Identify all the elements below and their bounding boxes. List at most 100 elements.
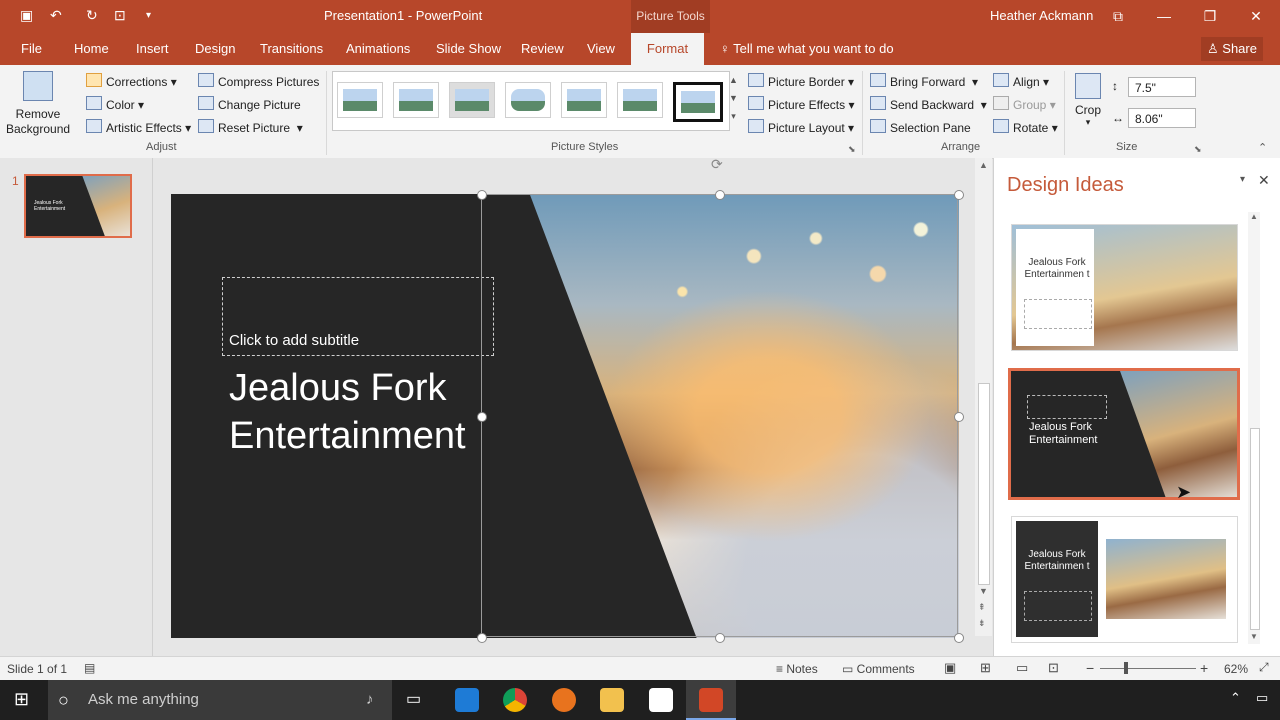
crop-button[interactable]: Crop ▾: [1072, 71, 1104, 137]
tab-design[interactable]: Design: [195, 41, 235, 56]
corrections-button[interactable]: Corrections ▾: [86, 73, 177, 89]
slide-scrollbar[interactable]: ▲ ▼ ⇞ ⇟: [975, 158, 992, 636]
resize-handle[interactable]: [954, 412, 964, 422]
design-idea-1[interactable]: Jealous Fork Entertainmen t: [1011, 224, 1238, 351]
dialog-launcher-icon[interactable]: ⬊: [1194, 144, 1202, 155]
color-button[interactable]: Color ▾: [86, 96, 144, 112]
file-explorer-icon[interactable]: [600, 688, 624, 712]
scroll-thumb[interactable]: [978, 383, 990, 585]
zoom-in-icon[interactable]: +: [1200, 660, 1208, 676]
edge-icon[interactable]: [455, 688, 479, 712]
reset-picture-button[interactable]: Reset Picture ▾: [198, 119, 303, 135]
next-slide-icon[interactable]: ⇟: [978, 618, 986, 629]
show-hidden-icons-icon[interactable]: ⌃: [1230, 690, 1241, 706]
undo-icon[interactable]: ↶: [50, 7, 62, 24]
picture-style-thumb[interactable]: [561, 82, 607, 118]
powerpoint-taskbar-button[interactable]: [686, 680, 736, 720]
notification-icon[interactable]: ▭: [1256, 690, 1268, 706]
tab-insert[interactable]: Insert: [136, 41, 169, 56]
close-button[interactable]: ✕: [1236, 4, 1276, 28]
ribbon-display-options-icon[interactable]: ⧉: [1098, 4, 1138, 28]
fit-slide-icon[interactable]: ⤢: [1259, 660, 1269, 675]
slide-title[interactable]: Jealous Fork Entertainment: [229, 364, 466, 460]
picture-border-button[interactable]: Picture Border ▾: [748, 73, 854, 89]
signed-in-user[interactable]: Heather Ackmann: [990, 8, 1093, 23]
resize-handle[interactable]: [954, 633, 964, 643]
spelling-check-icon[interactable]: ▤: [84, 661, 95, 675]
firefox-icon[interactable]: [552, 688, 576, 712]
scroll-down-icon[interactable]: ▼: [979, 586, 988, 596]
resize-handle[interactable]: [477, 633, 487, 643]
windows-start-icon[interactable]: ⊞: [14, 689, 29, 710]
zoom-slider-thumb[interactable]: [1124, 662, 1128, 674]
artistic-effects-button[interactable]: Artistic Effects ▾: [86, 119, 191, 135]
resize-handle[interactable]: [477, 412, 487, 422]
resize-handle[interactable]: [954, 190, 964, 200]
align-button[interactable]: Align ▾: [993, 73, 1049, 89]
redo-icon[interactable]: ↻: [86, 7, 98, 24]
normal-view-icon[interactable]: ▣: [944, 660, 956, 676]
chrome-icon[interactable]: [503, 688, 527, 712]
picture-style-thumb[interactable]: [673, 82, 723, 122]
microphone-icon[interactable]: ♪: [366, 680, 374, 720]
picture-style-thumb[interactable]: [393, 82, 439, 118]
design-idea-3[interactable]: Jealous Fork Entertainmen t: [1011, 516, 1238, 643]
save-icon[interactable]: ▣: [20, 7, 33, 24]
dialog-launcher-icon[interactable]: ⬊: [848, 144, 856, 155]
scroll-down-icon[interactable]: ▼: [1250, 632, 1258, 641]
group-button[interactable]: Group ▾: [993, 96, 1056, 112]
picture-style-thumb[interactable]: [337, 82, 383, 118]
tab-slide-show[interactable]: Slide Show: [436, 41, 501, 56]
tab-animations[interactable]: Animations: [346, 41, 410, 56]
notes-button[interactable]: ≡ Notes: [776, 662, 818, 676]
picture-layout-button[interactable]: Picture Layout ▾: [748, 119, 854, 135]
tab-transitions[interactable]: Transitions: [260, 41, 323, 56]
presentation-start-icon[interactable]: ⊡: [114, 7, 126, 24]
tab-format[interactable]: Format: [631, 33, 704, 65]
resize-handle[interactable]: [477, 190, 487, 200]
change-picture-button[interactable]: Change Picture: [198, 96, 301, 112]
zoom-slider[interactable]: [1100, 668, 1196, 669]
tab-view[interactable]: View: [587, 41, 615, 56]
zoom-out-icon[interactable]: −: [1086, 660, 1094, 676]
tab-home[interactable]: Home: [74, 41, 109, 56]
customize-qat-icon[interactable]: ▾: [146, 10, 151, 21]
picture-effects-button[interactable]: Picture Effects ▾: [748, 96, 855, 112]
rotate-handle-icon[interactable]: ⟳: [711, 156, 723, 173]
comments-button[interactable]: ▭ Comments: [842, 662, 915, 676]
collapse-ribbon-icon[interactable]: ⌃: [1258, 141, 1267, 154]
pane-options-icon[interactable]: ▾: [1240, 174, 1245, 185]
reading-view-icon[interactable]: ▭: [1016, 660, 1028, 676]
slide-thumbnail[interactable]: Jealous Fork Entertainment: [24, 174, 132, 238]
gallery-scroll[interactable]: ▲ ▼ ▾: [728, 71, 739, 129]
rotate-button[interactable]: Rotate ▾: [993, 119, 1058, 135]
compress-pictures-button[interactable]: Compress Pictures: [198, 73, 319, 89]
close-pane-icon[interactable]: ✕: [1258, 172, 1270, 189]
send-backward-button[interactable]: Send Backward ▾: [870, 96, 987, 112]
picture-style-thumb[interactable]: [449, 82, 495, 118]
store-icon[interactable]: [649, 688, 673, 712]
minimize-button[interactable]: —: [1144, 4, 1184, 28]
previous-slide-icon[interactable]: ⇞: [978, 602, 986, 613]
slide-sorter-icon[interactable]: ⊞: [980, 660, 991, 676]
bring-forward-button[interactable]: Bring Forward ▾: [870, 73, 978, 89]
selection-pane-button[interactable]: Selection Pane: [870, 119, 971, 135]
share-button[interactable]: ♙ Share: [1201, 37, 1263, 61]
picture-style-thumb[interactable]: [617, 82, 663, 118]
design-pane-scrollbar[interactable]: ▲ ▼: [1248, 212, 1260, 644]
tell-me-search[interactable]: ♀ Tell me what you want to do: [720, 41, 894, 56]
resize-handle[interactable]: [715, 633, 725, 643]
picture-style-thumb[interactable]: [505, 82, 551, 118]
scroll-thumb[interactable]: [1250, 428, 1260, 630]
slide-show-icon[interactable]: ⊡: [1048, 660, 1059, 676]
task-view-icon[interactable]: ▭: [406, 689, 421, 709]
tab-file[interactable]: File: [21, 41, 42, 56]
resize-handle[interactable]: [715, 190, 725, 200]
subtitle-placeholder[interactable]: Click to add subtitle: [222, 277, 494, 356]
restore-button[interactable]: ❐: [1190, 4, 1230, 28]
remove-background-button[interactable]: Remove Background: [6, 71, 70, 139]
scroll-up-icon[interactable]: ▲: [1250, 212, 1258, 221]
zoom-level[interactable]: 62%: [1224, 662, 1248, 676]
cortana-search[interactable]: ○ Ask me anything ♪: [48, 680, 392, 720]
scroll-up-icon[interactable]: ▲: [979, 160, 988, 170]
